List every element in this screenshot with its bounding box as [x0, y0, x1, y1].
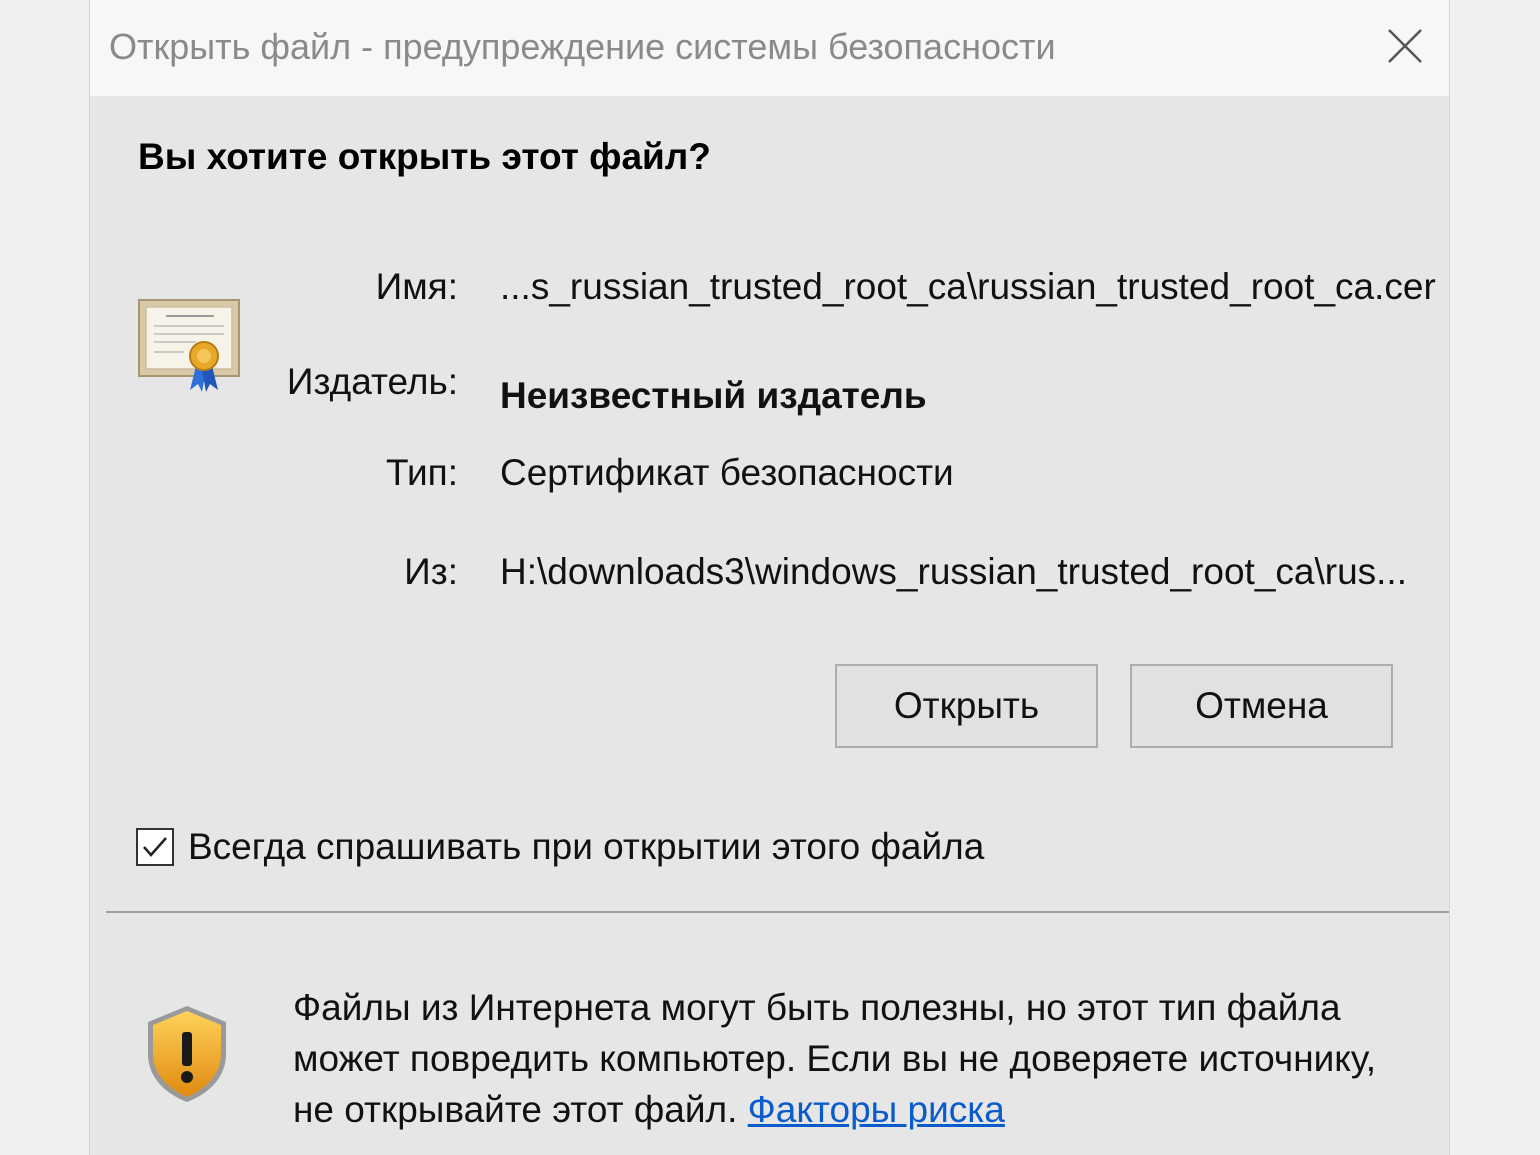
publisher-label: Издатель:	[286, 361, 458, 402]
close-icon	[1388, 29, 1422, 63]
shield-warning-icon	[148, 1006, 226, 1102]
name-value: ...s_russian_trusted_root_ca\russian_tru…	[500, 266, 1436, 307]
publisher-value: Неизвестный издатель	[500, 375, 927, 416]
always-ask-checkbox-row[interactable]: Всегда спрашивать при открытии этого фай…	[136, 826, 984, 868]
dialog-question: Вы хотите открыть этот файл?	[138, 136, 711, 177]
warning-message: Файлы из Интернета могут быть полезны, н…	[293, 982, 1423, 1135]
always-ask-label: Всегда спрашивать при открытии этого фай…	[188, 826, 985, 867]
close-button[interactable]	[1383, 24, 1427, 68]
type-label: Тип:	[386, 452, 458, 493]
always-ask-checkbox[interactable]	[136, 828, 174, 866]
open-button[interactable]: Открыть	[835, 664, 1098, 748]
type-value: Сертификат безопасности	[500, 452, 954, 493]
name-label: Имя:	[375, 266, 458, 307]
risk-factors-link[interactable]: Факторы риска	[748, 1089, 1005, 1130]
security-warning-dialog: Открыть файл - предупреждение системы бе…	[89, 0, 1450, 1155]
from-value: H:\downloads3\windows_russian_trusted_ro…	[500, 551, 1407, 592]
certificate-icon	[138, 299, 240, 392]
divider	[106, 911, 1449, 913]
cancel-button[interactable]: Отмена	[1130, 664, 1393, 748]
checkmark-icon	[143, 837, 167, 857]
window-title: Открыть файл - предупреждение системы бе…	[109, 26, 1056, 67]
from-label: Из:	[404, 551, 458, 592]
title-bar: Открыть файл - предупреждение системы бе…	[90, 0, 1449, 96]
